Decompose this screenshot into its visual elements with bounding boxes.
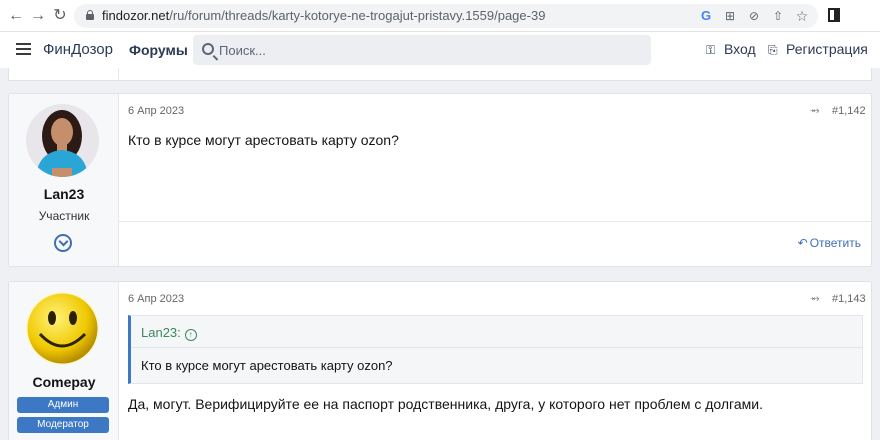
- post-footer: ↶ Ответить: [119, 221, 871, 266]
- clipboard-icon: ⎘: [768, 43, 778, 57]
- post-date[interactable]: 6 Апр 2023: [128, 293, 184, 305]
- previous-post-bottom: [8, 68, 872, 81]
- share-page-icon[interactable]: ⇧: [770, 8, 786, 24]
- quote-block: Lan23: ↑ Кто в курсе могут арестовать кар…: [128, 315, 863, 384]
- post-1143: Comepay Админ Модератор 6 Апр 2023 ⥇ #1,…: [8, 281, 872, 440]
- site-logo[interactable]: ФинДозор: [43, 41, 113, 58]
- site-header: ФинДозор Форумы ⚿ Вход ⎘ Регистрация: [0, 32, 880, 68]
- username[interactable]: Lan23: [9, 186, 119, 202]
- reload-icon[interactable]: ↻: [50, 6, 70, 26]
- forward-arrow-icon[interactable]: →: [28, 6, 48, 26]
- search-input[interactable]: [219, 35, 639, 65]
- post-number[interactable]: #1,143: [832, 293, 866, 305]
- chevron-down-circle-icon[interactable]: [54, 234, 72, 252]
- username[interactable]: Comepay: [9, 374, 119, 390]
- moderator-badge: Модератор: [17, 417, 109, 433]
- address-bar[interactable]: findozor.net/ru/forum/threads/karty-koto…: [74, 4, 818, 28]
- browser-toolbar: ← → ↻ findozor.net/ru/forum/threads/kart…: [0, 0, 880, 32]
- hide-eye-icon[interactable]: ⊘: [746, 8, 762, 24]
- post-author-panel: Lan23 Участник: [9, 94, 119, 266]
- reply-icon: ↶: [797, 236, 808, 250]
- register-button[interactable]: ⎘ Регистрация: [768, 41, 868, 58]
- install-app-icon[interactable]: ⊞: [722, 8, 738, 24]
- side-panel-icon[interactable]: [828, 8, 840, 22]
- reply-label: Ответить: [809, 236, 861, 250]
- post-body: Кто в курсе могут арестовать карту ozon?: [128, 132, 399, 148]
- post-1142: Lan23 Участник 6 Апр 2023 ⥇ #1,142 Кто в…: [8, 93, 872, 267]
- user-title: Участник: [38, 209, 90, 223]
- reply-button[interactable]: ↶ Ответить: [798, 236, 861, 250]
- back-arrow-icon[interactable]: ←: [6, 6, 26, 26]
- bookmark-star-icon[interactable]: ☆: [794, 8, 810, 24]
- avatar[interactable]: [26, 292, 99, 365]
- admin-badge: Админ: [17, 397, 109, 413]
- avatar[interactable]: [26, 104, 99, 177]
- lock-icon[interactable]: [86, 10, 94, 20]
- post-body: Да, могут. Верифицируйте ее на паспорт р…: [128, 396, 763, 412]
- quote-body: Кто в курсе могут арестовать карту ozon?: [131, 347, 863, 384]
- post-author-panel: Comepay Админ Модератор: [9, 282, 119, 440]
- share-icon[interactable]: ⥇: [810, 103, 820, 118]
- share-icon[interactable]: ⥇: [810, 291, 820, 306]
- nav-forums-link[interactable]: Форумы: [129, 42, 188, 58]
- search-icon: [202, 43, 214, 55]
- register-label: Регистрация: [786, 41, 868, 57]
- login-button[interactable]: ⚿ Вход: [706, 41, 756, 58]
- quote-author[interactable]: Lan23: ↑: [141, 325, 197, 341]
- quote-text: Кто в курсе могут арестовать карту ozon?: [141, 358, 393, 373]
- hamburger-menu-icon[interactable]: [16, 43, 31, 56]
- post-date[interactable]: 6 Апр 2023: [128, 105, 184, 117]
- arrow-up-circle-icon[interactable]: ↑: [184, 329, 197, 341]
- url-text[interactable]: findozor.net/ru/forum/threads/karty-koto…: [102, 8, 545, 23]
- login-label: Вход: [724, 41, 756, 57]
- post-number[interactable]: #1,142: [832, 105, 866, 117]
- google-translate-icon[interactable]: G: [698, 8, 714, 24]
- search-box[interactable]: [193, 35, 651, 65]
- key-icon: ⚿: [706, 43, 716, 57]
